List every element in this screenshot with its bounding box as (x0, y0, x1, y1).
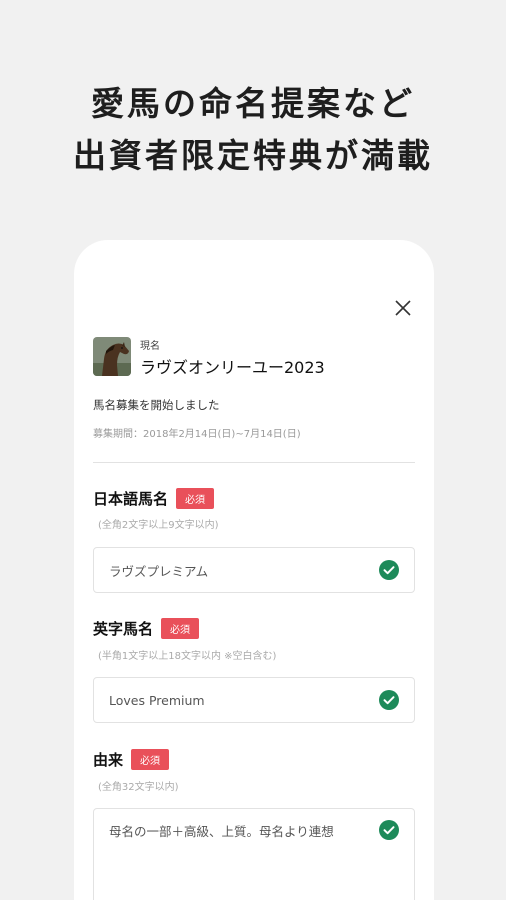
recruitment-period: 募集期間：2018年2月14日(日)~7月14日(日) (93, 429, 301, 440)
origin-label: 由来 必須 (93, 749, 170, 770)
required-badge: 必須 (161, 618, 200, 639)
field-label-text: 英字馬名 (93, 620, 154, 638)
english-name-hint: (半角1文字以上18文字以内 ※空白含む) (98, 651, 277, 662)
close-icon[interactable] (392, 297, 414, 319)
headline-line-2: 出資者限定特典が満載 (73, 136, 433, 175)
promo-headline: 愛馬の命名提案など 出資者限定特典が満載 (0, 78, 506, 182)
required-badge: 必須 (176, 488, 215, 509)
english-name-input[interactable]: Loves Premium (93, 677, 415, 723)
check-circle-icon (379, 690, 399, 710)
japanese-name-label: 日本語馬名 必須 (93, 488, 215, 509)
origin-hint: (全角32文字以内) (98, 782, 179, 793)
divider (93, 462, 415, 463)
input-value: ラヴズプレミアム (109, 563, 209, 579)
headline-line-1: 愛馬の命名提案など (91, 84, 415, 123)
phone-screen: 現名 ラヴズオンリーユー2023 馬名募集を開始しました 募集期間：2018年2… (74, 240, 434, 900)
recruitment-notice: 馬名募集を開始しました (93, 398, 220, 412)
input-value: 母名の一部＋高級、上質。母名より連想 (109, 824, 334, 839)
field-label-text: 由来 (93, 751, 124, 769)
english-name-label: 英字馬名 必須 (93, 618, 200, 639)
horse-name: ラヴズオンリーユー2023 (140, 358, 325, 377)
origin-textarea[interactable]: 母名の一部＋高級、上質。母名より連想 (93, 808, 415, 900)
field-label-text: 日本語馬名 (93, 490, 169, 508)
input-value: Loves Premium (109, 692, 205, 708)
horse-status-label: 現名 (140, 341, 160, 352)
required-badge: 必須 (131, 749, 170, 770)
check-circle-icon (379, 820, 399, 840)
horse-thumbnail (93, 337, 131, 376)
check-circle-icon (379, 560, 399, 580)
japanese-name-hint: (全角2文字以上9文字以内) (98, 520, 219, 531)
japanese-name-input[interactable]: ラヴズプレミアム (93, 547, 415, 593)
